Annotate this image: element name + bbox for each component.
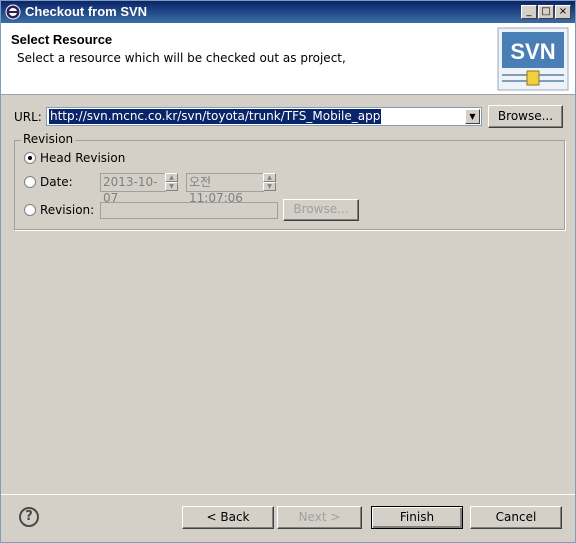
wizard-header: Select Resource Select a resource which … — [1, 23, 575, 95]
checkout-dialog: Checkout from SVN _ □ × Select Resource … — [0, 0, 576, 543]
footer-separator — [1, 494, 575, 495]
head-revision-label[interactable]: Head Revision — [40, 151, 125, 165]
help-icon[interactable]: ? — [19, 507, 39, 527]
next-button: Next > — [277, 506, 362, 529]
window-title: Checkout from SVN — [25, 4, 148, 19]
chevron-down-icon[interactable]: ▼ — [465, 109, 480, 124]
head-revision-radio[interactable] — [24, 152, 36, 164]
svn-logo-text: SVN — [510, 39, 555, 64]
back-button[interactable]: < Back — [182, 506, 274, 529]
finish-button[interactable]: Finish — [371, 506, 463, 529]
url-input[interactable]: http://svn.mcnc.co.kr/svn/toyota/trunk/T… — [49, 109, 382, 124]
svn-logo-icon: SVN — [497, 27, 569, 91]
page-title: Select Resource — [11, 32, 113, 47]
url-browse-button[interactable]: Browse... — [488, 105, 563, 128]
url-label: URL: — [14, 110, 42, 124]
eclipse-icon — [5, 4, 21, 20]
title-bar[interactable]: Checkout from SVN _ □ × — [1, 1, 575, 23]
time-field: 오전 11:07:06 — [186, 173, 264, 205]
revision-browse-button: Browse... — [283, 199, 359, 221]
time-spinner: ▲ ▼ — [263, 173, 276, 192]
date-label[interactable]: Date: — [40, 175, 73, 189]
minimize-button[interactable]: _ — [521, 5, 537, 19]
revision-radio[interactable] — [24, 204, 36, 216]
revision-input — [100, 202, 278, 219]
date-field: 2013-10-07 — [100, 173, 166, 205]
url-combobox[interactable]: http://svn.mcnc.co.kr/svn/toyota/trunk/T… — [46, 107, 482, 126]
maximize-button[interactable]: □ — [538, 5, 554, 19]
date-spinner: ▲ ▼ — [165, 173, 178, 192]
cancel-button[interactable]: Cancel — [470, 506, 562, 529]
date-radio[interactable] — [24, 176, 36, 188]
revision-group-label: Revision — [21, 132, 76, 146]
close-button[interactable]: × — [555, 5, 571, 19]
revision-label[interactable]: Revision: — [40, 203, 94, 217]
page-description: Select a resource which will be checked … — [17, 51, 346, 65]
